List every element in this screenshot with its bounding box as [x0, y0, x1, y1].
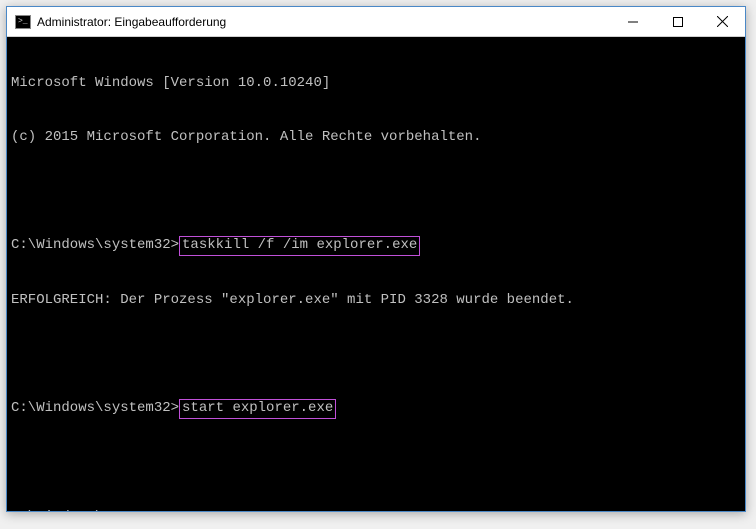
- version-line: Microsoft Windows [Version 10.0.10240]: [11, 75, 741, 93]
- highlighted-command-1: taskkill /f /im explorer.exe: [179, 236, 420, 256]
- command-line-1: C:\Windows\system32>taskkill /f /im expl…: [11, 236, 741, 256]
- minimize-button[interactable]: [610, 7, 655, 36]
- cmd-icon: [15, 15, 31, 29]
- window-controls: [610, 7, 745, 36]
- prompt: C:\Windows\system32>: [11, 400, 179, 416]
- close-button[interactable]: [700, 7, 745, 36]
- maximize-icon: [673, 17, 683, 27]
- minimize-icon: [628, 17, 638, 27]
- highlighted-command-2: start explorer.exe: [179, 399, 336, 419]
- result-line: ERFOLGREICH: Der Prozess "explorer.exe" …: [11, 292, 741, 310]
- blank-line: [11, 182, 741, 200]
- blank-line: [11, 345, 741, 363]
- prompt: C:\Windows\system32>: [11, 509, 179, 511]
- prompt: C:\Windows\system32>: [11, 237, 179, 253]
- blank-line: [11, 455, 741, 473]
- close-icon: [717, 16, 728, 27]
- command-prompt-window: Administrator: Eingabeaufforderung Micro…: [6, 6, 746, 512]
- window-title: Administrator: Eingabeaufforderung: [37, 15, 610, 29]
- command-line-2: C:\Windows\system32>start explorer.exe: [11, 399, 741, 419]
- copyright-line: (c) 2015 Microsoft Corporation. Alle Rec…: [11, 129, 741, 147]
- terminal-area[interactable]: Microsoft Windows [Version 10.0.10240] (…: [7, 37, 745, 511]
- titlebar[interactable]: Administrator: Eingabeaufforderung: [7, 7, 745, 37]
- current-prompt-line: C:\Windows\system32>: [11, 509, 741, 511]
- maximize-button[interactable]: [655, 7, 700, 36]
